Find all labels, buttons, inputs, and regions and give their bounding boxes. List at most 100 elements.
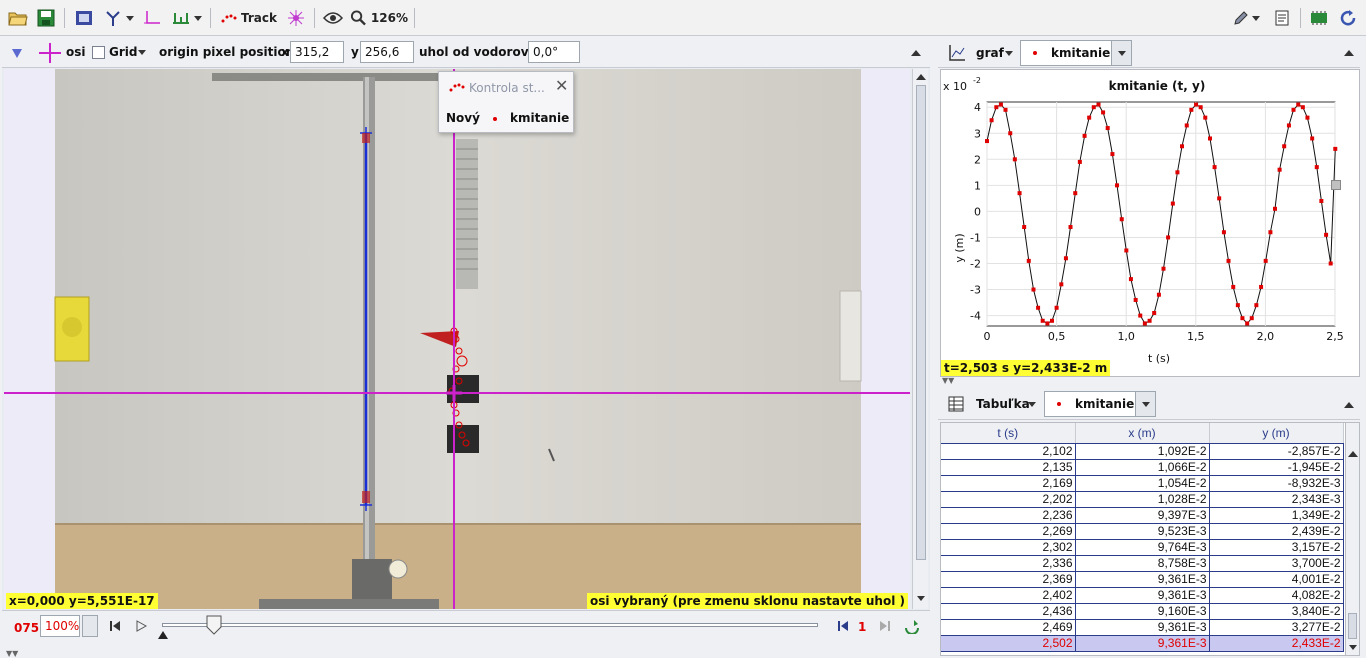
data-point bbox=[1170, 201, 1175, 206]
selection-status: osi vybraný (pre zmenu sklonu nastavte u… bbox=[586, 593, 908, 609]
table-row[interactable]: 2,369 9,361E-3 4,001E-2 bbox=[941, 571, 1344, 588]
table-scrollbar[interactable] bbox=[1345, 423, 1359, 655]
video-clip-icon[interactable] bbox=[72, 6, 96, 30]
collapse-up-icon[interactable] bbox=[911, 50, 921, 56]
graph-readout: t=2,503 s y=2,433E-2 m bbox=[941, 360, 1111, 376]
notes-icon[interactable] bbox=[1270, 6, 1294, 30]
table-row[interactable]: 2,469 9,361E-3 3,277E-2 bbox=[941, 619, 1344, 636]
table-row[interactable]: 2,402 9,361E-3 4,082E-2 bbox=[941, 587, 1344, 604]
coordinate-axes-icon[interactable] bbox=[140, 6, 164, 30]
scale-exponent: -2 bbox=[973, 76, 981, 85]
graph-menu-dropdown-icon[interactable] bbox=[1005, 51, 1013, 56]
data-point bbox=[1026, 258, 1031, 263]
angle-input[interactable]: 0,0° bbox=[528, 41, 580, 63]
table-cell: 2,402 bbox=[941, 587, 1076, 604]
table-row[interactable]: 2,135 1,066E-2 -1,945E-2 bbox=[941, 459, 1344, 476]
data-point bbox=[1138, 313, 1143, 318]
table-track-select[interactable]: kmitanie bbox=[1044, 391, 1156, 417]
popup-track-name[interactable]: kmitanie bbox=[510, 111, 569, 125]
table-menu[interactable]: Tabuľka bbox=[976, 397, 1030, 411]
origin-y-input[interactable]: 256,6 bbox=[360, 41, 414, 63]
play-icon[interactable] bbox=[134, 619, 148, 633]
graph-chart[interactable]: kmitanie (t, y) x 10 -2 y (m) t (s) 0 0,5… bbox=[941, 70, 1359, 376]
scroll-up-arrow-icon[interactable] bbox=[916, 74, 926, 80]
table-cell: 2,269 bbox=[941, 523, 1076, 540]
scroll-up-arrow-icon[interactable] bbox=[1348, 451, 1358, 457]
data-point bbox=[1296, 102, 1301, 107]
player-bar: 075 100% 1 ▼▼ bbox=[2, 610, 930, 658]
timeline-slider[interactable] bbox=[162, 623, 818, 627]
panel-resize-grip-icon[interactable]: ▼▼ bbox=[6, 649, 18, 658]
video-view[interactable]: Kontrola st... ✕ Nový kmitanie x=0,000 y… bbox=[4, 69, 910, 609]
scroll-thumb[interactable] bbox=[1348, 613, 1357, 639]
collapse-triangle-icon[interactable] bbox=[10, 46, 24, 60]
scroll-down-arrow-icon[interactable] bbox=[917, 596, 925, 601]
loop-icon[interactable] bbox=[904, 618, 920, 634]
dropdown-arrow-icon[interactable] bbox=[1111, 41, 1131, 65]
table-row[interactable]: 2,236 9,397E-3 1,349E-2 bbox=[941, 507, 1344, 524]
data-point bbox=[1240, 316, 1245, 321]
table-cell: 2,169 bbox=[941, 475, 1076, 492]
table-track-name: kmitanie bbox=[1075, 397, 1135, 411]
column-header-y[interactable]: y (m) bbox=[1209, 423, 1344, 444]
scroll-down-arrow-icon[interactable] bbox=[1349, 645, 1357, 650]
collapse-up-icon[interactable] bbox=[1344, 402, 1354, 408]
pencil-tool-icon[interactable] bbox=[1230, 6, 1262, 30]
data-point bbox=[1054, 305, 1059, 310]
create-track-icon[interactable] bbox=[102, 6, 134, 30]
table-cell: 2,433E-2 bbox=[1209, 635, 1344, 652]
save-icon[interactable] bbox=[34, 6, 58, 30]
table-cell: -2,857E-2 bbox=[1209, 443, 1344, 460]
rate-input[interactable]: 100% bbox=[40, 615, 80, 637]
eye-icon[interactable] bbox=[320, 6, 346, 30]
step-back-icon[interactable] bbox=[836, 619, 850, 633]
dropdown-arrow-icon[interactable] bbox=[1135, 392, 1155, 416]
table-row[interactable]: 2,202 1,028E-2 2,343E-3 bbox=[941, 491, 1344, 508]
track-button[interactable]: Track bbox=[220, 6, 278, 30]
calibration-tools-icon[interactable] bbox=[170, 6, 202, 30]
data-point bbox=[1077, 159, 1082, 164]
grid-dropdown-icon[interactable] bbox=[138, 50, 146, 55]
slider-thumb-icon[interactable] bbox=[206, 615, 222, 635]
table-header-row: t (s) x (m) y (m) bbox=[941, 423, 1344, 444]
data-point bbox=[1212, 165, 1217, 170]
table-row[interactable]: 2,302 9,764E-3 3,157E-2 bbox=[941, 539, 1344, 556]
zoom-control[interactable]: 126% bbox=[350, 6, 408, 30]
close-icon[interactable]: ✕ bbox=[555, 76, 568, 95]
data-point bbox=[1128, 277, 1133, 282]
y-tick-label: -3 bbox=[970, 284, 981, 297]
collapse-up-icon[interactable] bbox=[1344, 50, 1354, 56]
step-size[interactable]: 1 bbox=[858, 620, 866, 634]
table-row[interactable]: 2,336 8,758E-3 3,700E-2 bbox=[941, 555, 1344, 572]
graph-menu[interactable]: graf bbox=[976, 46, 1004, 60]
column-header-x[interactable]: x (m) bbox=[1075, 423, 1210, 444]
clip-start-marker-icon[interactable] bbox=[158, 631, 168, 639]
table-menu-dropdown-icon[interactable] bbox=[1028, 402, 1036, 407]
graph-plot-area[interactable]: kmitanie (t, y) x 10 -2 y (m) t (s) 0 0,5… bbox=[940, 69, 1360, 377]
table-row[interactable]: 2,102 1,092E-2 -2,857E-2 bbox=[941, 443, 1344, 460]
video-vertical-scrollbar[interactable] bbox=[912, 69, 928, 609]
column-header-t[interactable]: t (s) bbox=[941, 423, 1076, 444]
data-point bbox=[1319, 198, 1324, 203]
reset-start-icon[interactable] bbox=[108, 619, 122, 633]
open-folder-icon[interactable] bbox=[6, 6, 30, 30]
track-dot-icon bbox=[1057, 402, 1061, 406]
graph-track-select[interactable]: kmitanie bbox=[1020, 40, 1132, 66]
origin-x-input[interactable]: 315,2 bbox=[290, 41, 344, 63]
data-point bbox=[1059, 282, 1064, 287]
table-row[interactable]: 2,169 1,054E-2 -8,932E-3 bbox=[941, 475, 1344, 492]
filter-sparkle-icon[interactable] bbox=[284, 6, 308, 30]
memory-chip-icon[interactable] bbox=[1306, 6, 1332, 30]
data-point bbox=[1012, 157, 1017, 162]
step-forward-icon[interactable] bbox=[878, 619, 892, 633]
table-row[interactable]: 2,269 9,523E-3 2,439E-2 bbox=[941, 523, 1344, 540]
new-track-button[interactable]: Nový bbox=[446, 111, 480, 125]
selected-point-marker[interactable] bbox=[1331, 180, 1341, 190]
panel-resize-grip-icon[interactable]: ▼▼ bbox=[942, 376, 954, 385]
refresh-icon[interactable] bbox=[1336, 6, 1360, 30]
scroll-thumb[interactable] bbox=[916, 85, 926, 560]
table-row[interactable]: 2,502 9,361E-3 2,433E-2 bbox=[941, 635, 1344, 652]
grid-checkbox[interactable] bbox=[92, 46, 105, 59]
table-row[interactable]: 2,436 9,160E-3 3,840E-2 bbox=[941, 603, 1344, 620]
rate-spinner[interactable] bbox=[82, 615, 98, 637]
